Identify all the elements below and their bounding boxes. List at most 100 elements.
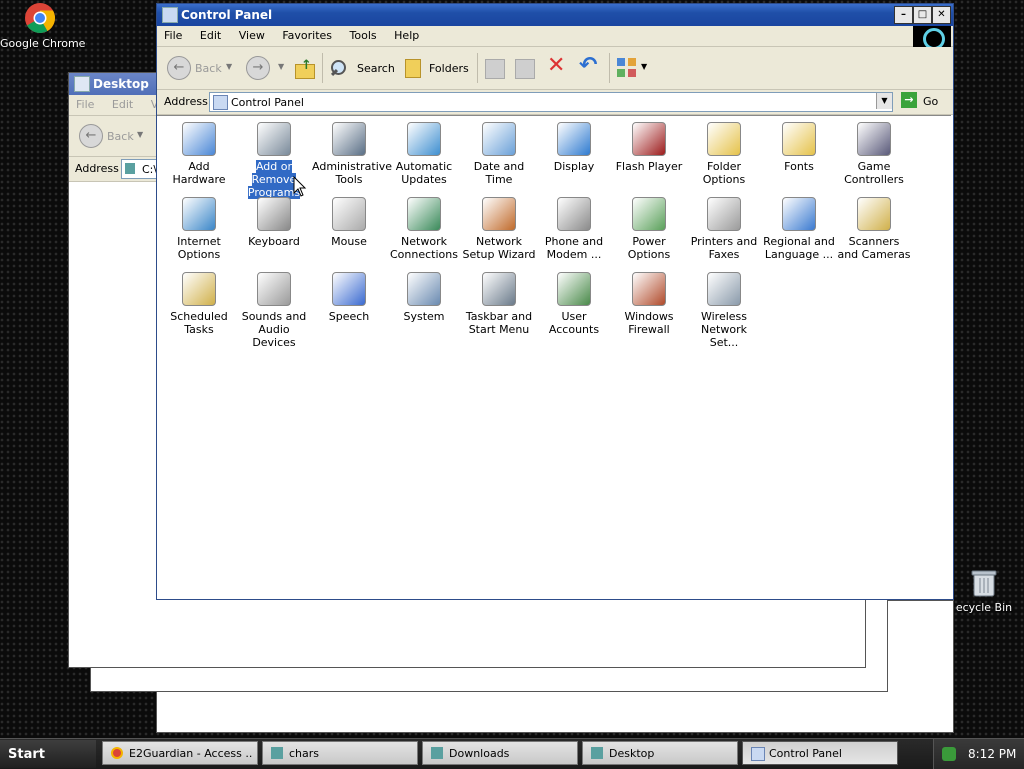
views-icon[interactable]	[617, 58, 637, 78]
delete-icon[interactable]: ✕	[547, 53, 565, 78]
control-panel-item[interactable]: Sounds and Audio Devices	[237, 272, 311, 349]
go-label: Go	[923, 95, 939, 108]
address-dropdown-icon[interactable]: ▼	[876, 93, 892, 109]
control-panel-titlebar[interactable]: Control Panel – □ ✕	[157, 4, 953, 26]
control-panel-item[interactable]: Power Options	[612, 197, 686, 261]
menu-tools[interactable]: Tools	[343, 26, 384, 42]
menu-file[interactable]: File	[157, 26, 189, 42]
control-panel-item[interactable]: Display	[537, 122, 611, 173]
control-panel-item[interactable]: System	[387, 272, 461, 323]
control-panel-item-label: Scheduled Tasks	[170, 310, 228, 336]
back-arrow-icon[interactable]: ←	[79, 124, 103, 148]
control-panel-item[interactable]: Administrative Tools	[312, 122, 392, 186]
chrome-icon	[25, 3, 56, 34]
menu-file[interactable]: File	[69, 95, 101, 111]
control-panel-item-label: Power Options	[627, 235, 671, 261]
control-panel-item[interactable]: Keyboard	[237, 197, 311, 248]
up-folder-icon[interactable]: ↑	[293, 57, 315, 79]
forward-dropdown-icon[interactable]: ▼	[278, 62, 284, 71]
task-button-chars[interactable]: chars	[262, 741, 418, 765]
drive-icon	[125, 163, 135, 174]
search-label: Search	[357, 62, 395, 75]
control-panel-item[interactable]: Scanners and Cameras	[837, 197, 911, 261]
windows-throbber-logo	[913, 26, 951, 50]
control-panel-item[interactable]: Date and Time	[462, 122, 536, 186]
menu-view[interactable]: View	[232, 26, 272, 42]
task-label: Control Panel	[769, 747, 842, 760]
menu-edit[interactable]: Edit	[105, 95, 140, 111]
control-panel-item[interactable]: Wireless Network Set...	[687, 272, 761, 349]
back-dropdown-icon[interactable]: ▼	[226, 62, 232, 71]
system-icon	[407, 272, 441, 306]
control-panel-item[interactable]: Mouse	[312, 197, 386, 248]
minimize-button[interactable]: –	[894, 6, 913, 24]
move-to-icon[interactable]	[485, 59, 505, 79]
task-label: Downloads	[449, 747, 510, 760]
control-panel-item[interactable]: Automatic Updates	[387, 122, 461, 186]
forward-arrow-icon[interactable]: →	[246, 56, 270, 80]
control-panel-item[interactable]: Network Setup Wizard	[462, 197, 536, 261]
control-panel-item[interactable]: Game Controllers	[837, 122, 911, 186]
control-panel-item[interactable]: Flash Player	[612, 122, 686, 173]
toolbar: ← Back ▼ → ▼ ↑ Search Folders ✕ ↶ ▼	[157, 47, 953, 90]
menu-help[interactable]: Help	[387, 26, 426, 42]
game-controllers-icon	[857, 122, 891, 156]
back-arrow-icon[interactable]: ←	[167, 56, 191, 80]
network-connections-icon	[407, 197, 441, 231]
task-label: E2Guardian - Access ...	[129, 747, 253, 760]
security-shield-icon[interactable]	[942, 747, 956, 761]
start-button[interactable]: Start	[0, 740, 96, 768]
task-button-control-panel[interactable]: Control Panel	[742, 741, 898, 765]
control-panel-item[interactable]: Network Connections	[387, 197, 461, 261]
task-button-desktop[interactable]: Desktop	[582, 741, 738, 765]
control-panel-item-label: Sounds and Audio Devices	[241, 310, 307, 349]
control-panel-item-label: Network Connections	[390, 235, 458, 261]
speech-icon	[332, 272, 366, 306]
control-panel-item[interactable]: Add Hardware	[162, 122, 236, 186]
regional-language-icon	[782, 197, 816, 231]
mouse-cursor-icon	[293, 176, 307, 197]
power-options-icon	[632, 197, 666, 231]
address-label: Address	[164, 95, 208, 108]
maximize-button[interactable]: □	[913, 6, 932, 24]
control-panel-item-label: Windows Firewall	[624, 310, 674, 336]
address-input[interactable]: Control Panel ▼	[209, 92, 893, 112]
task-button-downloads[interactable]: Downloads	[422, 741, 578, 765]
close-button[interactable]: ✕	[932, 6, 951, 24]
clock[interactable]: 8:12 PM	[968, 747, 1016, 761]
undo-icon[interactable]: ↶	[579, 53, 597, 78]
control-panel-item-label: Scanners and Cameras	[837, 235, 911, 261]
search-button[interactable]: Search	[329, 57, 409, 79]
desktop-icon-recycle-bin[interactable]: ecycle Bin	[944, 568, 1024, 614]
menu-edit[interactable]: Edit	[193, 26, 228, 42]
control-panel-item[interactable]: User Accounts	[537, 272, 611, 336]
control-panel-item[interactable]: Speech	[312, 272, 386, 323]
control-panel-item[interactable]: Taskbar and Start Menu	[462, 272, 536, 336]
network-setup-icon	[482, 197, 516, 231]
menu-favorites[interactable]: Favorites	[275, 26, 339, 42]
control-panel-item[interactable]: Printers and Faxes	[687, 197, 761, 261]
mouse-icon	[332, 197, 366, 231]
desktop-icon-chrome[interactable]: Google Chrome	[0, 2, 85, 50]
control-panel-item[interactable]: Regional and Language ...	[762, 197, 836, 261]
control-panel-window[interactable]: Control Panel – □ ✕ File Edit View Favor…	[156, 3, 954, 600]
control-panel-item[interactable]: Internet Options	[162, 197, 236, 261]
control-panel-item-label: Fonts	[784, 160, 814, 173]
chevron-down-icon[interactable]: ▼	[137, 130, 143, 139]
copy-to-icon[interactable]	[515, 59, 535, 79]
back-label: Back	[107, 130, 134, 143]
control-panel-item[interactable]: Windows Firewall	[612, 272, 686, 336]
system-tray: 8:12 PM	[933, 739, 1024, 769]
folders-button[interactable]: Folders	[403, 57, 473, 79]
automatic-updates-icon	[407, 122, 441, 156]
views-dropdown-icon[interactable]: ▼	[641, 62, 647, 71]
control-panel-item[interactable]: Fonts	[762, 122, 836, 173]
control-panel-item[interactable]: Folder Options	[687, 122, 761, 186]
control-panel-item[interactable]: Phone and Modem ...	[537, 197, 611, 261]
go-button[interactable]: → Go	[899, 92, 949, 110]
control-panel-item[interactable]: Scheduled Tasks	[162, 272, 236, 336]
control-panel-icon	[213, 95, 228, 110]
folder-icon	[74, 76, 90, 92]
task-button-e2guardian[interactable]: E2Guardian - Access ...	[102, 741, 258, 765]
control-panel-item-label: Date and Time	[473, 160, 525, 186]
